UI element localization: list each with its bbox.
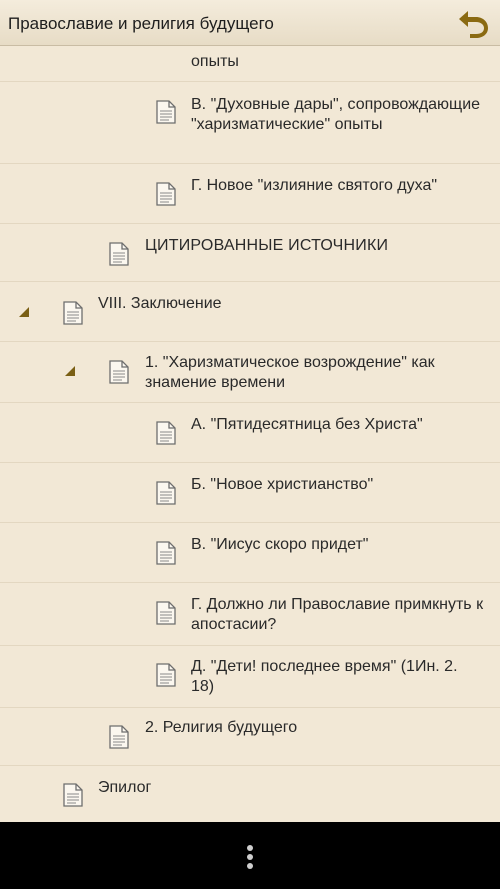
- list-item-label: Г. Должно ли Православие примкнуть к апо…: [191, 596, 484, 633]
- navigation-bar: [0, 822, 500, 889]
- document-icon: [63, 783, 83, 807]
- list-item-label: Г. Новое "излияние святого духа": [191, 177, 438, 194]
- list-item-label: Б. "Новое христианство": [191, 476, 374, 493]
- list-item-label: опыты: [191, 53, 239, 70]
- list-item[interactable]: А. "Пятидесятница без Христа": [0, 403, 500, 463]
- list-item-label: Эпилог: [98, 779, 152, 796]
- overflow-menu-icon[interactable]: [246, 844, 254, 870]
- document-icon: [63, 301, 83, 325]
- list-item[interactable]: Эпилог: [0, 766, 500, 822]
- list-item[interactable]: 1. "Харизматическое возрождение" как зна…: [0, 342, 500, 403]
- document-icon: [109, 242, 129, 266]
- list-item-label: В. "Иисус скоро придет": [191, 536, 369, 553]
- document-icon: [156, 182, 176, 206]
- document-icon: [109, 360, 129, 384]
- list-item-label: ЦИТИРОВАННЫЕ ИСТОЧНИКИ: [145, 237, 389, 254]
- document-icon: [156, 100, 176, 124]
- list-item[interactable]: VIII. Заключение: [0, 282, 500, 342]
- list-item[interactable]: В. "Духовные дары", сопровождающие "хари…: [0, 82, 500, 164]
- list-item-label: 1. "Харизматическое возрождение" как зна…: [145, 354, 435, 391]
- document-icon: [156, 421, 176, 445]
- back-arrow-icon[interactable]: [456, 7, 490, 39]
- expand-arrow-icon[interactable]: [17, 305, 31, 319]
- document-icon: [109, 725, 129, 749]
- list-item[interactable]: 2. Религия будущего: [0, 708, 500, 766]
- list-item[interactable]: опыты: [0, 46, 500, 82]
- list-item[interactable]: ЦИТИРОВАННЫЕ ИСТОЧНИКИ: [0, 224, 500, 282]
- list-item-label: А. "Пятидесятница без Христа": [191, 416, 423, 433]
- document-icon: [156, 663, 176, 687]
- list-item-label: В. "Духовные дары", сопровождающие "хари…: [191, 96, 481, 133]
- list-item-label: VIII. Заключение: [98, 295, 222, 312]
- table-of-contents-list: опыты В. "Духовные дары", сопровождающие…: [0, 46, 500, 822]
- document-icon: [156, 601, 176, 625]
- list-item-label: Д. "Дети! последнее время" (1Ин. 2. 18): [191, 658, 458, 695]
- list-item[interactable]: Г. Новое "излияние святого духа": [0, 164, 500, 224]
- action-bar: Православие и религия будущего: [0, 0, 500, 46]
- expand-arrow-icon[interactable]: [63, 364, 77, 378]
- document-icon: [156, 481, 176, 505]
- list-item-label: 2. Религия будущего: [145, 719, 298, 736]
- list-item[interactable]: В. "Иисус скоро придет": [0, 523, 500, 583]
- list-item[interactable]: Б. "Новое христианство": [0, 463, 500, 523]
- page-title: Православие и религия будущего: [8, 14, 274, 33]
- document-icon: [156, 541, 176, 565]
- list-item[interactable]: Г. Должно ли Православие примкнуть к апо…: [0, 583, 500, 646]
- list-item[interactable]: Д. "Дети! последнее время" (1Ин. 2. 18): [0, 646, 500, 708]
